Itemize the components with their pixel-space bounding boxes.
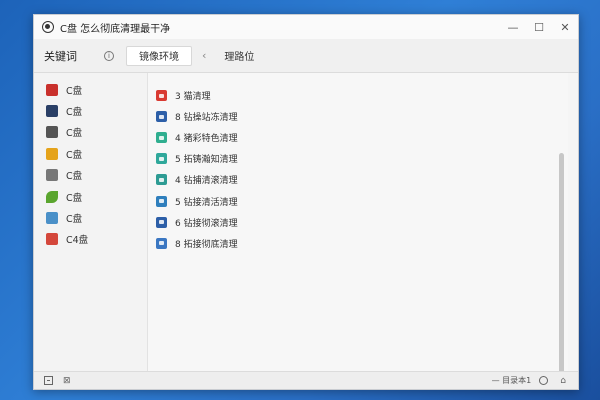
sidebar-item-label: C盘: [66, 214, 83, 226]
list-item-text: 4 钻捕清滚清理: [175, 176, 238, 187]
sidebar-item[interactable]: C盘: [34, 207, 147, 228]
list-item-text: 3 猫清理: [175, 92, 211, 103]
sidebar-item-label: C盘: [66, 149, 83, 161]
list-item[interactable]: 8 钻操站冻清理: [156, 106, 238, 127]
list-item[interactable]: 6 钻接彻滚清理: [156, 212, 238, 233]
panel-toggle-icon[interactable]: [44, 376, 53, 385]
file-icon: [156, 153, 167, 165]
video-icon: [156, 90, 167, 102]
sidebar-item-label: C盘: [66, 192, 83, 204]
list-item[interactable]: 3 猫清理: [156, 85, 238, 106]
window-controls: — ☐ ✕: [500, 15, 578, 39]
main-content: 3 猫清理 8 钻操站冻清理 4 猪彩特色清理 5 拓铸瀚知清理 4 钻捕清滚清…: [148, 73, 568, 383]
sidebar-item[interactable]: C盘: [34, 122, 147, 143]
document-icon: [46, 169, 58, 182]
status-text: — 目录本1: [491, 376, 532, 385]
cleanup-list: 3 猫清理 8 钻操站冻清理 4 猪彩特色清理 5 拓铸瀚知清理 4 钻捕清滚清…: [156, 85, 238, 254]
list-item[interactable]: 5 钻接清活清理: [156, 190, 238, 211]
file-icon: [156, 132, 167, 144]
headphones-icon: [46, 126, 58, 139]
list-item-text: 5 钻接清活清理: [175, 197, 238, 208]
back-arrow-icon[interactable]: ‹: [202, 49, 206, 62]
sidebar-item[interactable]: C盘: [34, 79, 147, 100]
sidebar-item[interactable]: C盘: [34, 100, 147, 121]
sidebar-item-label: C盘: [66, 171, 83, 183]
title-bar: C盘 怎么彻底清理最干净 — ☐ ✕: [34, 15, 578, 39]
home-icon[interactable]: ⌂: [560, 376, 566, 386]
list-item-text: 8 钻操站冻清理: [175, 113, 238, 124]
leaf-icon: [46, 190, 58, 203]
list-item-text: 4 猪彩特色清理: [175, 134, 238, 145]
toolbar: 关键词 i 镜像环境 ‹ 理路位: [34, 39, 578, 73]
clock-icon[interactable]: [539, 376, 549, 385]
list-item-text: 6 钻接彻滚清理: [175, 218, 238, 229]
sidebar-item[interactable]: C盘: [34, 186, 147, 207]
sidebar: C盘 C盘 C盘 C盘 C盘 C盘 C盘 C4盘: [34, 73, 148, 373]
sidebar-item-label: C盘: [66, 107, 83, 119]
app-window: C盘 怎么彻底清理最干净 — ☐ ✕ 关键词 i 镜像环境 ‹ 理路位 C盘 C…: [33, 14, 579, 390]
list-item-text: 5 拓铸瀚知清理: [175, 155, 238, 166]
image-icon: [46, 212, 58, 225]
list-item[interactable]: 4 钻捕清滚清理: [156, 169, 238, 190]
sidebar-item[interactable]: C盘: [34, 165, 147, 186]
sidebar-item[interactable]: C盘: [34, 143, 147, 164]
sidebar-item-label: C盘: [66, 128, 83, 140]
vertical-scrollbar[interactable]: [559, 153, 564, 383]
file-icon: [156, 111, 167, 123]
info-icon[interactable]: i: [104, 50, 114, 61]
status-bar: ⊠ — 目录本1 ⌂: [34, 371, 578, 389]
window-title: C盘 怎么彻底清理最干净: [60, 23, 171, 35]
list-item-text: 8 拓接彻底清理: [175, 239, 238, 250]
maximize-button[interactable]: ☐: [526, 15, 552, 39]
file-icon: [156, 174, 167, 186]
house-icon: [46, 83, 58, 96]
sidebar-item-label: C盘: [66, 85, 83, 97]
close-button[interactable]: ✕: [552, 15, 578, 39]
card-icon: [46, 233, 58, 246]
tab-secondary[interactable]: 理路位: [224, 48, 254, 63]
minimize-button[interactable]: —: [500, 15, 526, 39]
file-icon: [156, 237, 167, 249]
sidebar-item-label: C4盘: [66, 235, 89, 247]
app-logo-icon: [42, 21, 54, 33]
tab-active[interactable]: 镜像环境: [126, 45, 192, 66]
list-item[interactable]: 5 拓铸瀚知清理: [156, 148, 238, 169]
list-item[interactable]: 8 拓接彻底清理: [156, 233, 238, 254]
shield-icon: [46, 105, 58, 118]
file-icon: [156, 195, 167, 207]
calendar-icon: [46, 147, 58, 160]
trash-icon[interactable]: ⊠: [63, 376, 71, 386]
file-icon: [156, 216, 167, 228]
sidebar-item[interactable]: C4盘: [34, 229, 147, 250]
list-item[interactable]: 4 猪彩特色清理: [156, 127, 238, 148]
keyword-label: 关键词: [44, 49, 77, 63]
